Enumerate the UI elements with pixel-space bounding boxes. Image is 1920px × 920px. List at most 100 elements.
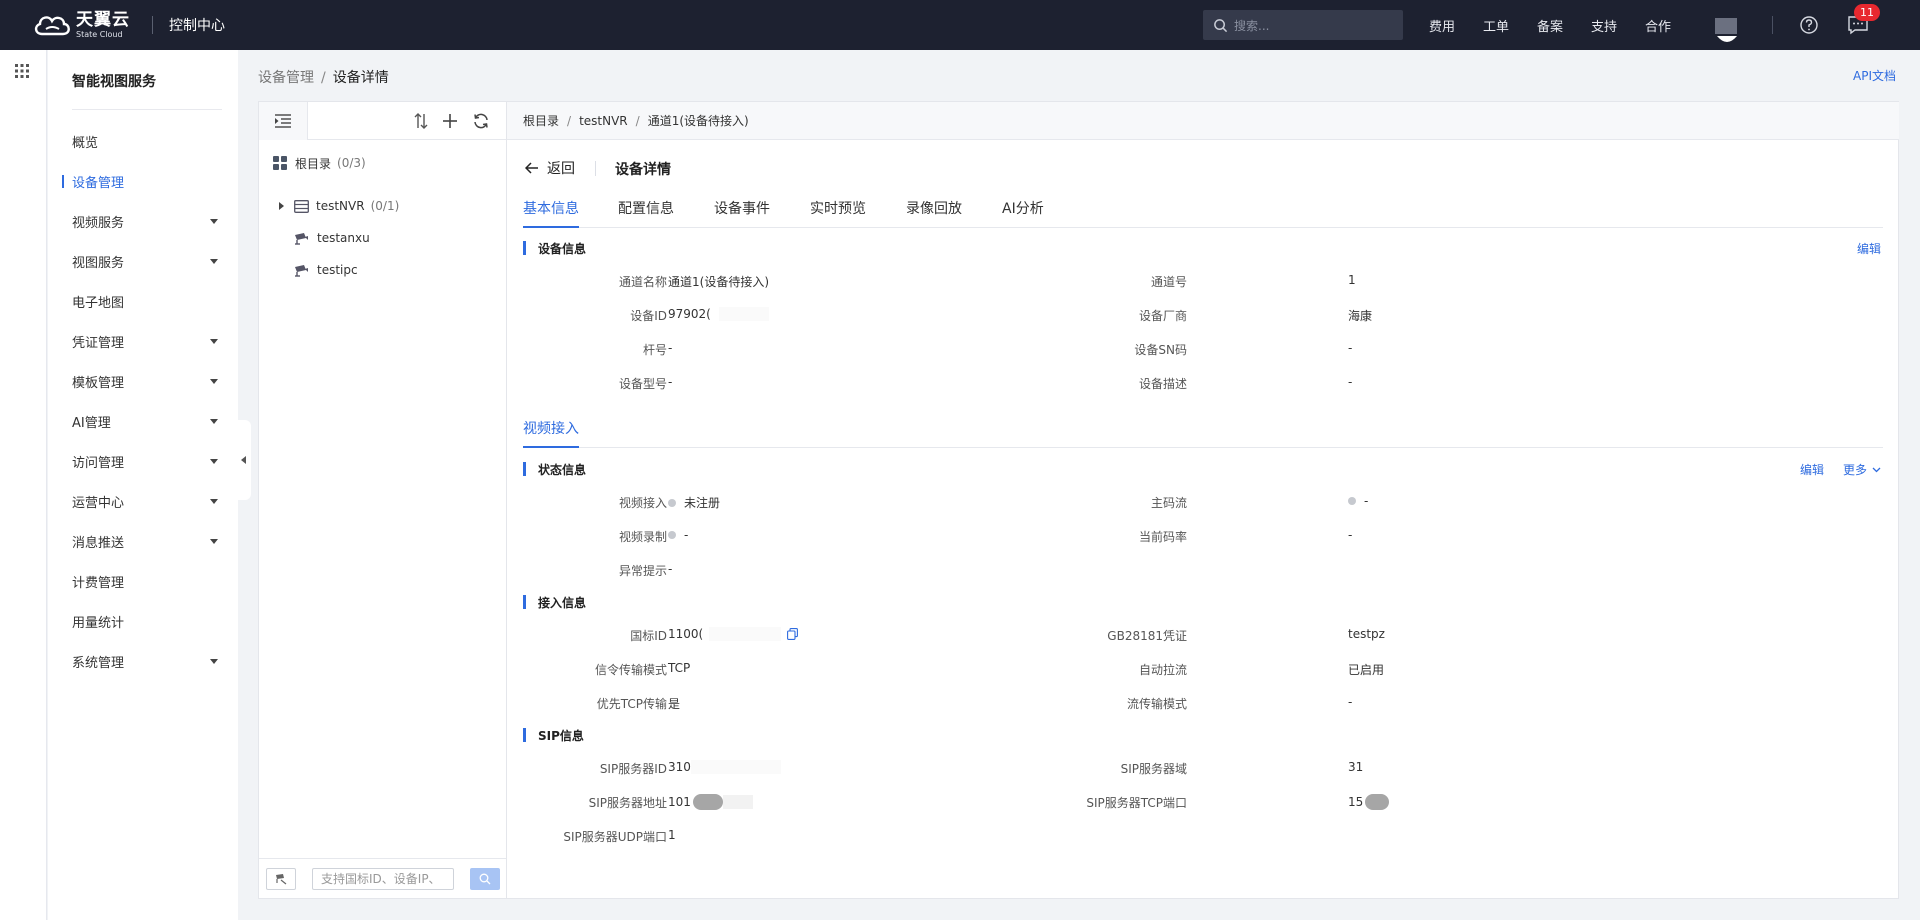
sidebar-item-8[interactable]: 访问管理: [48, 441, 238, 481]
status-dot: [668, 498, 676, 507]
caret-down-icon[interactable]: [210, 379, 218, 384]
cloud-logo-icon: [34, 16, 70, 36]
tree-search-input[interactable]: 支持国标ID、设备IP、: [312, 868, 454, 890]
sidebar-item-label: 系统管理: [72, 655, 125, 671]
back-label: 返回: [547, 161, 575, 177]
field-label: 自动拉流: [1138, 663, 1187, 677]
sidebar-item-1[interactable]: 设备管理: [48, 161, 238, 201]
sidebar-item-9[interactable]: 运营中心: [48, 481, 238, 521]
tree-indent-button[interactable]: [259, 102, 308, 140]
caret-down-icon[interactable]: [210, 259, 218, 264]
camera-icon: [295, 264, 308, 277]
caret-down-icon[interactable]: [210, 459, 218, 464]
tree-search-button[interactable]: [470, 868, 500, 890]
caret-down-icon[interactable]: [210, 339, 218, 344]
sidebar-item-label: 模板管理: [72, 375, 125, 391]
breadcrumb-separator: /: [567, 113, 572, 128]
tab-device-events[interactable]: 设备事件: [714, 198, 770, 228]
arrow-left-icon: [525, 162, 538, 174]
back-button[interactable]: 返回: [525, 158, 575, 178]
breadcrumb-device-management[interactable]: 设备管理: [258, 70, 314, 86]
field-value: -: [1348, 375, 1353, 389]
logo[interactable]: 天翼云 State Cloud: [32, 9, 130, 39]
edit-device-info-link[interactable]: 编辑: [1857, 240, 1881, 257]
masked-region: [690, 760, 781, 774]
nav-tickets[interactable]: 工单: [1483, 0, 1509, 50]
caret-down-icon[interactable]: [210, 219, 218, 224]
sidebar-item-6[interactable]: 模板管理: [48, 361, 238, 401]
sidebar-item-label: 消息推送: [72, 535, 125, 551]
collapse-sidebar-toggle[interactable]: [238, 420, 251, 500]
refresh-icon[interactable]: [472, 112, 490, 130]
tree-node-testanxu[interactable]: testanxu: [259, 225, 506, 251]
field-label: GB28181凭证: [1107, 629, 1187, 643]
field-value: -: [1348, 695, 1353, 709]
tab-config-info[interactable]: 配置信息: [618, 198, 674, 228]
field-value: 是: [668, 697, 681, 711]
tree-footer: 支持国标ID、设备IP、: [259, 858, 506, 898]
caret-down-icon[interactable]: [210, 499, 218, 504]
sidebar-item-2[interactable]: 视频服务: [48, 201, 238, 241]
field-label: SIP服务器地址: [588, 796, 667, 810]
help-icon[interactable]: [1799, 15, 1819, 35]
device-detail-panel: 根目录 / testNVR / 通道1(设备待接入) 返回 设备详情 基本信息 配置…: [507, 101, 1899, 899]
sidebar-item-label: 访问管理: [72, 455, 125, 471]
tab-basic-info[interactable]: 基本信息: [523, 198, 579, 228]
add-icon[interactable]: [441, 112, 459, 130]
sidebar-item-5[interactable]: 凭证管理: [48, 321, 238, 361]
apps-grid-icon[interactable]: [15, 64, 29, 78]
caret-down-icon[interactable]: [210, 419, 218, 424]
filter-button[interactable]: [266, 868, 296, 890]
logo-subtitle: State Cloud: [76, 29, 123, 39]
tab-live-preview[interactable]: 实时预览: [810, 198, 866, 228]
field-label: SIP服务器ID: [599, 762, 667, 776]
nav-partner[interactable]: 合作: [1645, 0, 1671, 50]
console-title[interactable]: 控制中心: [169, 15, 225, 35]
tab-ai-analysis[interactable]: AI分析: [1002, 198, 1044, 228]
field-value: 通道1(设备待接入): [668, 275, 769, 289]
crumb-root[interactable]: 根目录: [523, 112, 559, 129]
field-value: 15: [1348, 794, 1390, 810]
user-avatar-icon[interactable]: [1715, 14, 1739, 44]
breadcrumb-current: 设备详情: [332, 70, 389, 86]
sidebar-item-3[interactable]: 视图服务: [48, 241, 238, 281]
sidebar-item-7[interactable]: AI管理: [48, 401, 238, 441]
nav-support[interactable]: 支持: [1591, 0, 1617, 50]
global-search[interactable]: 搜索...: [1203, 10, 1403, 40]
logo-name: 天翼云: [76, 9, 130, 30]
tab-playback[interactable]: 录像回放: [906, 198, 962, 228]
device-id-value: 97902(: [668, 307, 711, 321]
breadcrumb-separator: /: [321, 70, 326, 86]
sidebar-item-10[interactable]: 消息推送: [48, 521, 238, 561]
more-dropdown[interactable]: 更多: [1843, 461, 1881, 478]
tree-node-testipc[interactable]: testipc: [259, 257, 506, 283]
tab-video-access[interactable]: 视频接入: [523, 418, 579, 448]
field-value: 海康: [1348, 309, 1373, 323]
sort-icon[interactable]: [412, 112, 430, 130]
expand-arrow-icon[interactable]: [279, 202, 284, 210]
sidebar-item-13[interactable]: 系统管理: [48, 641, 238, 681]
sidebar-item-0[interactable]: 概览: [48, 121, 238, 161]
copy-icon[interactable]: [787, 628, 799, 640]
breadcrumb: 设备管理 / 设备详情: [258, 67, 389, 87]
divider: [1772, 16, 1773, 34]
caret-down-icon[interactable]: [210, 539, 218, 544]
sidebar-item-4[interactable]: 电子地图: [48, 281, 238, 321]
crumb-nvr[interactable]: testNVR: [579, 114, 628, 128]
api-docs-link[interactable]: API文档: [1853, 67, 1896, 84]
edit-status-link[interactable]: 编辑: [1800, 461, 1824, 478]
caret-down-icon[interactable]: [210, 659, 218, 664]
field-label: 设备描述: [1138, 377, 1187, 391]
top-bar: 天翼云 State Cloud 控制中心 搜索... 费用 工单 备案 支持 合…: [0, 0, 1920, 50]
nav-filing[interactable]: 备案: [1537, 0, 1563, 50]
directory-breadcrumb: 根目录 / testNVR / 通道1(设备待接入): [507, 102, 1899, 140]
field-label: 设备厂商: [1138, 309, 1187, 323]
access-info-heading: 接入信息: [523, 594, 586, 610]
sidebar-item-12[interactable]: 用量统计: [48, 601, 238, 641]
sidebar-item-11[interactable]: 计费管理: [48, 561, 238, 601]
field-value: 1100(: [668, 627, 799, 641]
field-label: 优先TCP传输: [596, 697, 667, 711]
nav-fees[interactable]: 费用: [1429, 0, 1455, 50]
tree-root[interactable]: 根目录 (0/3): [259, 150, 506, 176]
tree-node-testnvr[interactable]: testNVR (0/1): [259, 193, 506, 219]
